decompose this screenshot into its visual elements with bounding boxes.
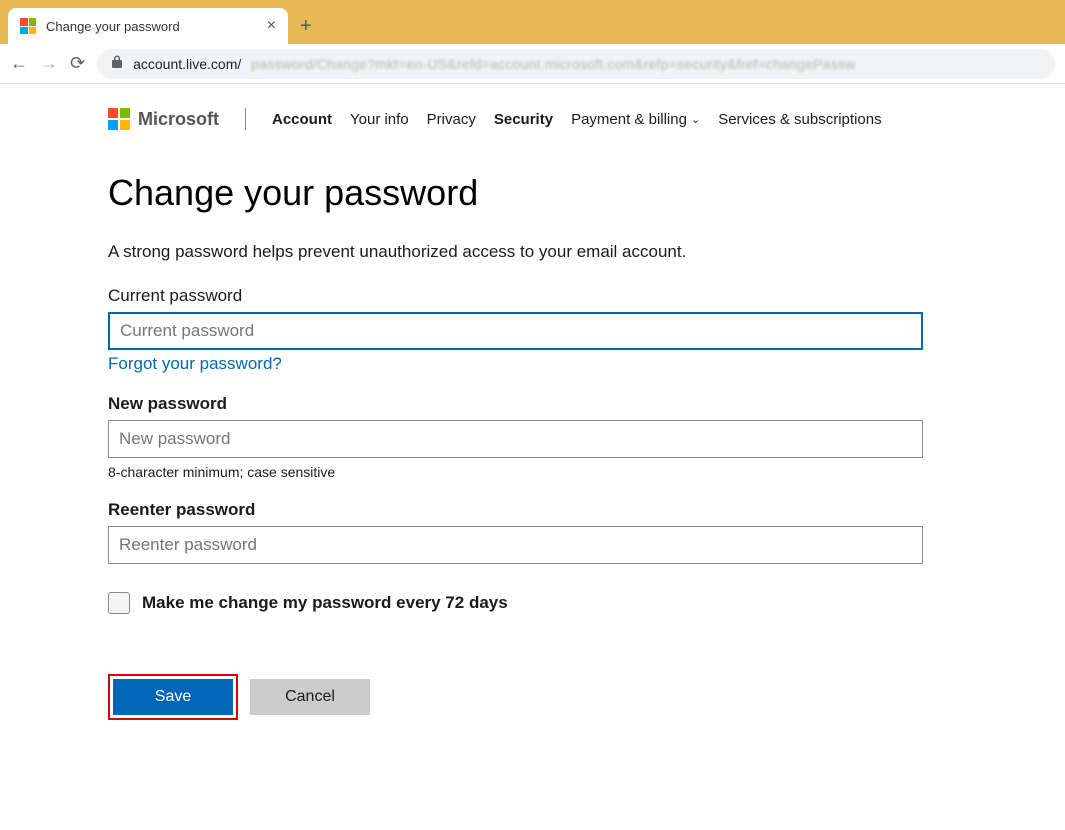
chevron-down-icon: ⌄ [691, 113, 700, 126]
close-icon[interactable]: × [267, 18, 276, 34]
action-buttons: Save Cancel [108, 674, 957, 720]
reenter-password-label: Reenter password [108, 500, 957, 520]
browser-chrome: Change your password × + [0, 0, 1065, 44]
forgot-password-link[interactable]: Forgot your password? [108, 354, 282, 374]
nav-payment-billing-label: Payment & billing [571, 111, 687, 128]
url-text: account.live.com/ [133, 56, 241, 72]
browser-toolbar: ← → ⟳ account.live.com/ password/Change?… [0, 44, 1065, 84]
main-content: Change your password A strong password h… [0, 172, 1065, 720]
cancel-button[interactable]: Cancel [250, 679, 370, 715]
reenter-password-group: Reenter password [108, 500, 957, 564]
change-every-72-days-label: Make me change my password every 72 days [142, 593, 508, 613]
nav-your-info[interactable]: Your info [350, 111, 409, 128]
ms-logo[interactable]: Microsoft [108, 108, 219, 130]
nav-privacy[interactable]: Privacy [427, 111, 476, 128]
address-bar[interactable]: account.live.com/ password/Change?mkt=en… [97, 49, 1055, 79]
password-hint: 8-character minimum; case sensitive [108, 464, 957, 480]
new-password-input[interactable] [108, 420, 923, 458]
nav-security[interactable]: Security [494, 111, 553, 128]
change-every-72-days-row: Make me change my password every 72 days [108, 592, 957, 614]
ms-logo-icon [20, 18, 36, 34]
nav-account[interactable]: Account [272, 111, 332, 128]
new-tab-button[interactable]: + [300, 15, 312, 38]
save-button[interactable]: Save [113, 679, 233, 715]
reenter-password-input[interactable] [108, 526, 923, 564]
url-blurred: password/Change?mkt=en-US&refd=account.m… [251, 56, 855, 72]
change-every-72-days-checkbox[interactable] [108, 592, 130, 614]
page-subtitle: A strong password helps prevent unauthor… [108, 242, 957, 262]
nav-services-subscriptions[interactable]: Services & subscriptions [718, 111, 881, 128]
reload-icon[interactable]: ⟳ [70, 53, 85, 74]
page-title: Change your password [108, 172, 957, 214]
tab-title: Change your password [46, 19, 257, 34]
nav-divider [245, 108, 246, 130]
current-password-input[interactable] [108, 312, 923, 350]
lock-icon [111, 55, 123, 72]
new-password-group: New password 8-character minimum; case s… [108, 394, 957, 480]
back-icon[interactable]: ← [10, 53, 28, 74]
current-password-group: Current password Forgot your password? [108, 286, 957, 374]
nav-payment-billing[interactable]: Payment & billing ⌄ [571, 111, 700, 128]
browser-tab[interactable]: Change your password × [8, 8, 288, 44]
brand-text: Microsoft [138, 109, 219, 130]
ms-logo-icon [108, 108, 130, 130]
forward-icon[interactable]: → [40, 53, 58, 74]
save-highlight: Save [108, 674, 238, 720]
new-password-label: New password [108, 394, 957, 414]
site-nav: Microsoft Account Your info Privacy Secu… [0, 108, 1065, 148]
current-password-label: Current password [108, 286, 957, 306]
